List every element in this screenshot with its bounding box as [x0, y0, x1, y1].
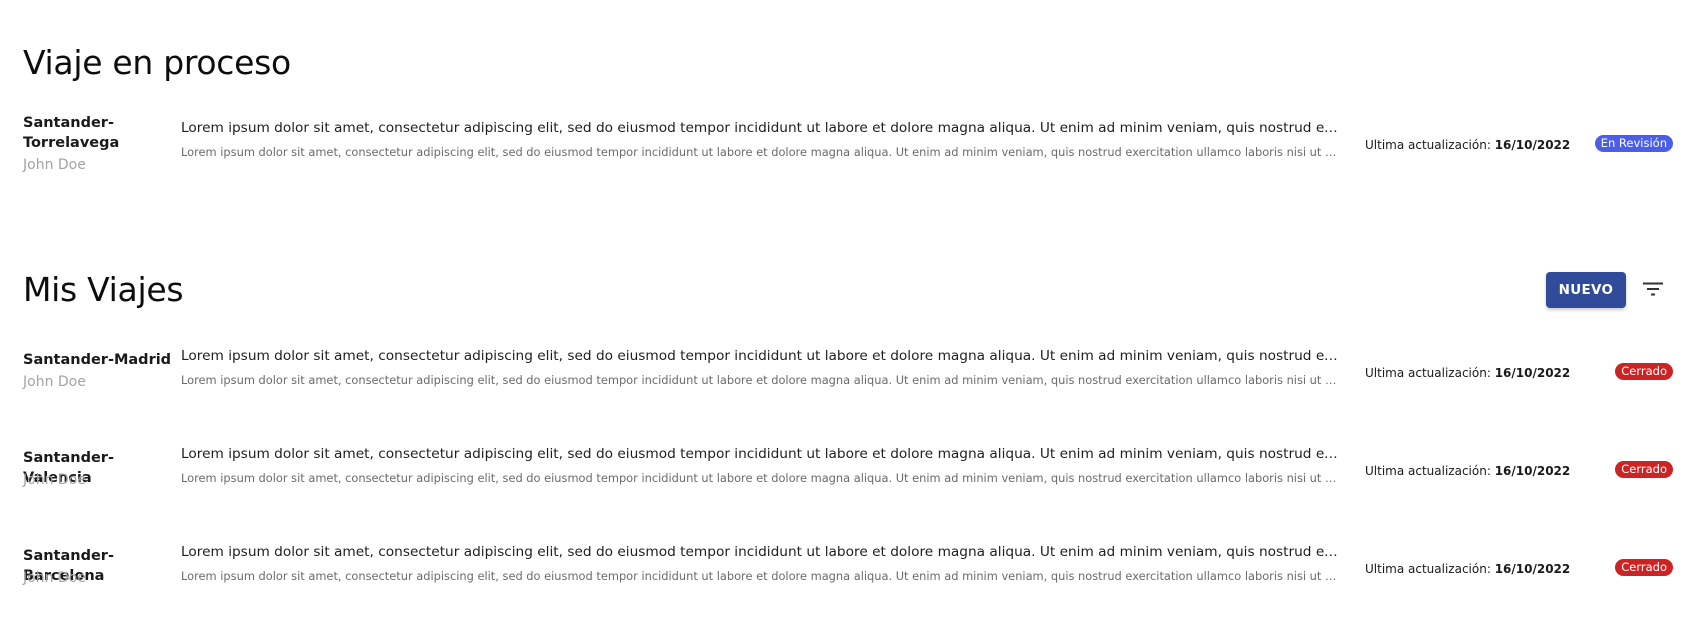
trip-description: Lorem ipsum dolor sit amet, consectetur … [181, 120, 1339, 136]
status-badge: Cerrado [1615, 461, 1673, 478]
trip-user: John Doe [23, 374, 86, 390]
last-update-label: Ultima actualización: [1365, 138, 1495, 152]
trip-description: Lorem ipsum dolor sit amet, consectetur … [181, 446, 1339, 462]
trip-description: Lorem ipsum dolor sit amet, consectetur … [181, 348, 1339, 364]
trip-row[interactable]: Santander-Valencia John Doe Lorem ipsum … [0, 440, 1688, 510]
trip-last-update: Ultima actualización: 16/10/2022 [1365, 561, 1570, 577]
current-trip-row[interactable]: Santander-Torrelavega John Doe Lorem ips… [0, 110, 1688, 180]
status-badge: Cerrado [1615, 559, 1673, 576]
trip-description-secondary: Lorem ipsum dolor sit amet, consectetur … [181, 145, 1339, 159]
trip-description-secondary: Lorem ipsum dolor sit amet, consectetur … [181, 373, 1339, 387]
trip-user: John Doe [23, 570, 86, 586]
status-badge: Cerrado [1615, 363, 1673, 380]
last-update-label: Ultima actualización: [1365, 366, 1495, 380]
new-trip-button[interactable]: NUEVO [1546, 272, 1626, 308]
trip-last-update: Ultima actualización: 16/10/2022 [1365, 463, 1570, 479]
status-badge: En Revisión [1594, 135, 1673, 152]
trip-last-update: Ultima actualización: 16/10/2022 [1365, 365, 1570, 381]
trip-description: Lorem ipsum dolor sit amet, consectetur … [181, 544, 1339, 560]
current-trip-section-title: Viaje en proceso [23, 43, 291, 82]
trip-row[interactable]: Santander-Madrid John Doe Lorem ipsum do… [0, 342, 1688, 412]
last-update-label: Ultima actualización: [1365, 464, 1495, 478]
last-update-date: 16/10/2022 [1494, 464, 1571, 478]
trip-description-secondary: Lorem ipsum dolor sit amet, consectetur … [181, 471, 1339, 485]
trip-description-secondary: Lorem ipsum dolor sit amet, consectetur … [181, 569, 1339, 583]
filter-icon[interactable] [1640, 276, 1666, 302]
trip-route: Santander-Madrid [23, 352, 172, 368]
trip-row[interactable]: Santander-Barcelona John Doe Lorem ipsum… [0, 538, 1688, 608]
trip-user: John Doe [23, 472, 86, 488]
my-trips-section-title: Mis Viajes [23, 270, 184, 309]
trip-user: John Doe [23, 157, 86, 173]
trip-last-update: Ultima actualización: 16/10/2022 [1365, 137, 1570, 153]
last-update-date: 16/10/2022 [1494, 138, 1571, 152]
trip-route: Santander-Torrelavega [23, 115, 120, 151]
last-update-label: Ultima actualización: [1365, 562, 1495, 576]
last-update-date: 16/10/2022 [1494, 562, 1571, 576]
last-update-date: 16/10/2022 [1494, 366, 1571, 380]
